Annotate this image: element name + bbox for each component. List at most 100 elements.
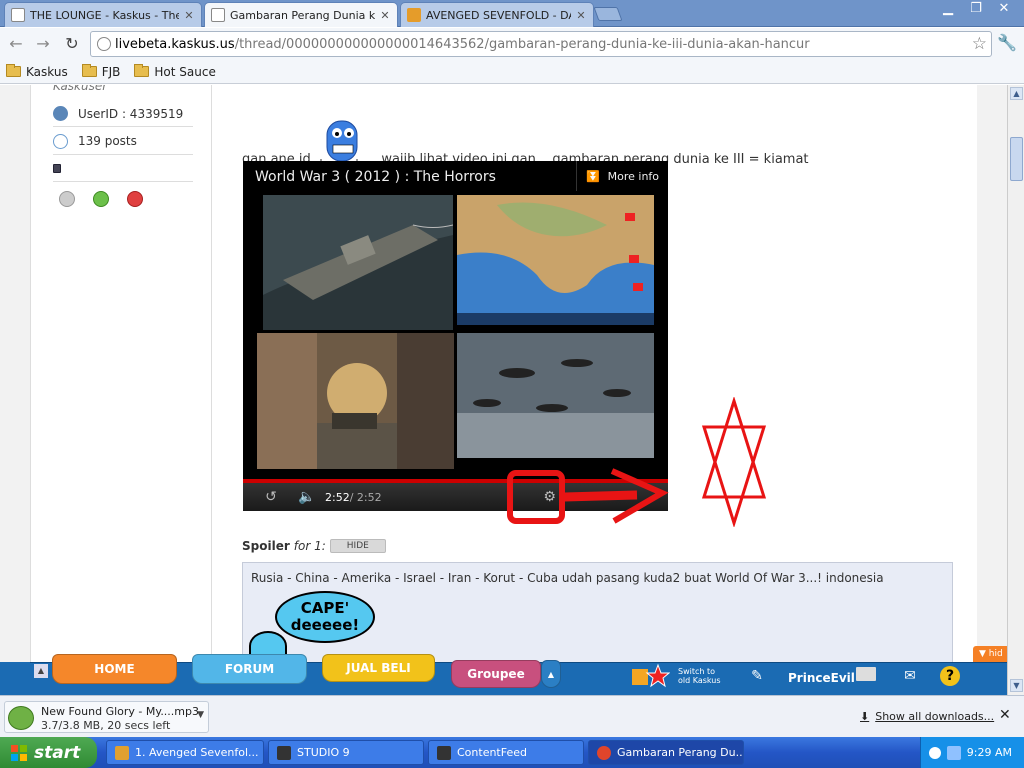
close-window-icon[interactable]: ✕ — [990, 0, 1018, 18]
video-time-total: / 2:52 — [349, 490, 382, 504]
bookmark-kaskus[interactable]: Kaskus — [6, 64, 68, 79]
replay-icon[interactable]: ↺ — [253, 489, 289, 505]
browser-tab-gambaran[interactable]: Gambaran Perang Dunia ke III ✕ — [204, 2, 398, 27]
downloads-bar: New Found Glory - My....mp3 3.7/3.8 MB, … — [0, 695, 1024, 737]
wrench-icon[interactable]: 🔧 — [997, 33, 1017, 52]
url-path: /thread/000000000000000014643562/gambara… — [234, 36, 810, 52]
video-thumbnail-aircraft — [457, 333, 654, 458]
vertical-scrollbar[interactable]: ▲ ▼ — [1007, 85, 1024, 695]
browser-tab-strip: THE LOUNGE - Kaskus - The La ✕ Gambaran … — [0, 0, 1024, 27]
task-studio9[interactable]: STUDIO 9 — [268, 740, 424, 765]
download-file-name: New Found Glory - My....mp3 — [41, 705, 199, 718]
music-player-icon — [115, 745, 129, 760]
chevron-down-icon: ⏬ — [585, 169, 600, 183]
groupee-expand-icon[interactable]: ▲ — [541, 660, 561, 688]
task-label: STUDIO 9 — [297, 746, 350, 759]
username[interactable]: PrinceEvil — [788, 671, 855, 685]
groupee-tab[interactable]: Groupee — [451, 660, 541, 688]
windows-taskbar: start 1. Avenged Sevenfol... STUDIO 9 Co… — [0, 737, 1024, 768]
volume-icon[interactable]: 🔈 — [289, 489, 325, 505]
chevron-down-icon[interactable]: ▼ — [197, 710, 204, 720]
jual-beli-tab[interactable]: JUAL BELI — [322, 654, 435, 682]
user-icon — [53, 106, 68, 121]
user-rank: Kaskuser — [53, 85, 108, 93]
scrollbar-thumb[interactable] — [1010, 137, 1023, 181]
video-thumbnail-ship — [263, 195, 453, 330]
new-tab-button[interactable] — [593, 7, 623, 21]
forward-arrow-icon[interactable]: → — [33, 34, 53, 54]
close-downloads-icon[interactable]: ✕ — [999, 707, 1011, 723]
spoiler-header: Spoiler for 1: HIDE — [242, 539, 386, 553]
video-thumbnail-map — [457, 195, 654, 325]
spoiler-content: Rusia - China - Amerika - Israel - Iran … — [242, 562, 953, 662]
help-icon[interactable]: ? — [940, 666, 960, 686]
window-controls: ▁ ❐ ✕ — [934, 0, 1018, 18]
video-thumbnail-tank — [257, 333, 454, 469]
scroll-up-arrow-icon[interactable]: ▲ — [1010, 87, 1023, 100]
video-time-current: 2:52 — [325, 490, 350, 504]
tab-title: THE LOUNGE - Kaskus - The La — [30, 8, 179, 22]
avatar[interactable] — [856, 667, 876, 681]
user-id-line: UserID : 4339519 — [53, 101, 193, 127]
close-icon[interactable]: ✕ — [575, 9, 587, 22]
page-icon — [97, 37, 111, 51]
give-rep-icon[interactable] — [93, 191, 109, 207]
report-icon[interactable] — [127, 191, 143, 207]
show-all-label: Show all downloads... — [875, 710, 995, 723]
post-count-line: 139 posts — [53, 128, 193, 155]
collapse-bar-icon[interactable]: ▲ — [34, 664, 48, 678]
clapperboard-icon — [437, 745, 451, 760]
close-icon[interactable]: ✕ — [379, 9, 391, 22]
kaskus-favicon-icon — [11, 8, 25, 22]
task-label: Gambaran Perang Du... — [617, 746, 744, 759]
clapperboard-icon — [277, 745, 291, 760]
folder-icon — [81, 64, 97, 77]
system-tray: 9:29 AM — [920, 737, 1024, 768]
tab-title: Gambaran Perang Dunia ke III — [230, 8, 375, 22]
tray-arrow-icon[interactable] — [928, 746, 941, 759]
bookmark-hot-sauce[interactable]: Hot Sauce — [134, 64, 216, 79]
scroll-down-arrow-icon[interactable]: ▼ — [1010, 679, 1023, 692]
bookmark-label: Hot Sauce — [154, 64, 216, 79]
spoiler-for: for 1: — [293, 539, 326, 553]
network-icon[interactable] — [946, 745, 961, 760]
mail-icon[interactable]: ✉ — [899, 668, 921, 688]
emoticon-text-1: CAPE' — [300, 599, 350, 617]
switch-to-old-kaskus[interactable]: Switch to old Kaskus — [630, 663, 721, 689]
spoiler-label: Spoiler — [242, 539, 290, 553]
more-info-button[interactable]: ⏬ More info — [576, 161, 668, 191]
bookmark-star-icon[interactable]: ☆ — [972, 34, 987, 54]
show-all-downloads-link[interactable]: ⬇ Show all downloads... — [860, 710, 994, 723]
browser-toolbar: ← → ↻ livebeta.kaskus.us/thread/00000000… — [0, 28, 1024, 60]
task-contentfeed[interactable]: ContentFeed — [428, 740, 584, 765]
minimize-icon[interactable]: ▁ — [934, 0, 962, 18]
cape-emoticon-bubble: CAPE' deeeee! — [275, 591, 375, 643]
bookmark-label: Kaskus — [26, 64, 68, 79]
address-bar[interactable]: livebeta.kaskus.us/thread/00000000000000… — [90, 31, 992, 57]
notepad-icon[interactable]: ✎ — [746, 668, 768, 688]
hide-spoiler-button[interactable]: HIDE — [329, 539, 386, 553]
task-chrome[interactable]: Gambaran Perang Du... — [588, 740, 744, 765]
neutral-rep-icon[interactable] — [59, 191, 75, 207]
tab-title: AVENGED SEVENFOLD - DANC — [426, 8, 571, 22]
browser-tab-lounge[interactable]: THE LOUNGE - Kaskus - The La ✕ — [4, 2, 202, 27]
bookmark-label: FJB — [101, 64, 121, 79]
page-viewport: Kaskuser UserID : 4339519 139 posts gan … — [0, 85, 1007, 662]
forum-tab[interactable]: FORUM — [192, 654, 307, 684]
task-avenged[interactable]: 1. Avenged Sevenfol... — [106, 740, 264, 765]
restore-icon[interactable]: ❐ — [962, 0, 990, 18]
emoticon-text-2: deeeee! — [290, 616, 360, 634]
post-count: 139 posts — [78, 134, 137, 148]
back-arrow-icon[interactable]: ← — [6, 34, 26, 54]
browser-tab-avenged[interactable]: AVENGED SEVENFOLD - DANC ✕ — [400, 2, 594, 27]
close-icon[interactable]: ✕ — [183, 9, 195, 22]
windows-flag-icon — [11, 744, 27, 761]
download-item[interactable]: New Found Glory - My....mp3 3.7/3.8 MB, … — [4, 701, 209, 733]
home-tab[interactable]: HOME — [52, 654, 177, 684]
hide-bar-tab[interactable]: ▼ hid — [973, 646, 1007, 662]
bookmark-fjb[interactable]: FJB — [81, 64, 121, 79]
reputation-line — [53, 156, 193, 182]
red-annotation-arrow — [507, 468, 669, 524]
start-button[interactable]: start — [0, 737, 97, 768]
reload-icon[interactable]: ↻ — [62, 34, 82, 54]
